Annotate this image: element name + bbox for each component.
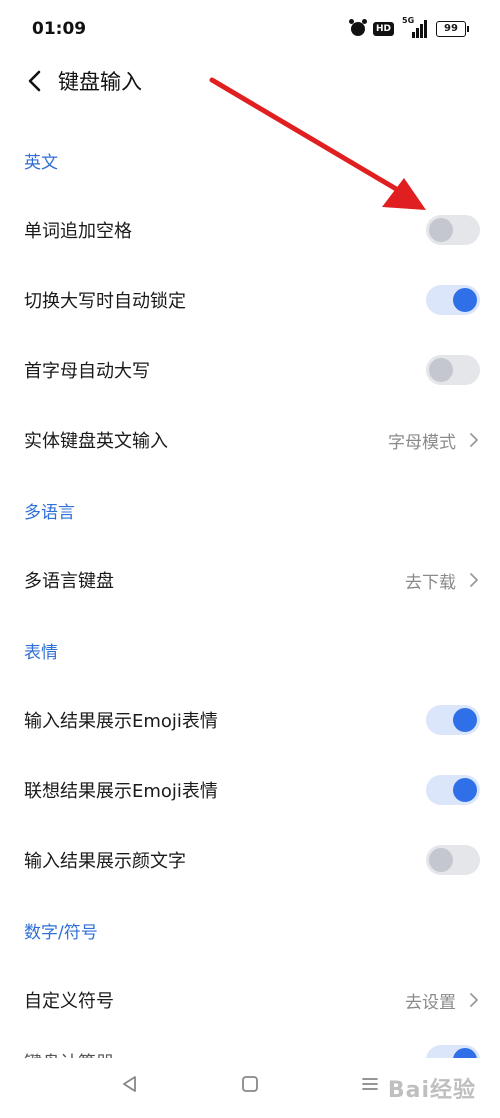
alarm-icon <box>348 19 367 36</box>
toggle-switch[interactable] <box>426 355 480 385</box>
setting-label: 实体键盘英文输入 <box>24 431 168 452</box>
setting-label: 切换大写时自动锁定 <box>24 291 186 312</box>
page-title: 键盘输入 <box>58 70 142 94</box>
chevron-right-icon <box>470 433 478 447</box>
setting-label: 首字母自动大写 <box>24 361 150 382</box>
settings-list: 英文单词追加空格切换大写时自动锁定 首字母自动大写 实体键盘英文输入 字母模式多语言多… <box>0 125 500 1075</box>
section-header: 多语言 <box>24 502 75 523</box>
toggle-knob <box>429 218 453 242</box>
setting-row[interactable]: 切换大写时自动锁定 <box>0 265 500 335</box>
setting-row[interactable]: 多语言键盘 去下载 <box>0 545 500 615</box>
section-header: 数字/符号 <box>24 922 98 943</box>
nav-menu-button[interactable] <box>358 1072 382 1100</box>
network-label: 5G <box>402 16 415 25</box>
status-icons: HD 5G 99 <box>348 16 469 38</box>
toggle-knob <box>453 288 477 312</box>
nav-back-button[interactable] <box>118 1072 142 1100</box>
setting-value: 去设置 <box>405 992 456 1013</box>
setting-row[interactable]: 联想结果展示Emoji表情 <box>0 755 500 825</box>
status-time: 01:09 <box>32 19 87 39</box>
setting-label: 输入结果展示Emoji表情 <box>24 711 218 732</box>
toggle-knob <box>429 358 453 382</box>
setting-label: 单词追加空格 <box>24 221 132 242</box>
hd-icon: HD <box>372 22 394 36</box>
setting-value: 字母模式 <box>388 432 456 453</box>
nav-home-button[interactable] <box>238 1072 262 1100</box>
setting-label: 联想结果展示Emoji表情 <box>24 781 218 802</box>
setting-label: 自定义符号 <box>24 991 114 1012</box>
toggle-switch[interactable] <box>426 845 480 875</box>
setting-label: 输入结果展示颜文字 <box>24 851 186 872</box>
chevron-right-icon <box>470 993 478 1007</box>
setting-row[interactable]: 输入结果展示颜文字 <box>0 825 500 895</box>
home-square-icon <box>242 1076 258 1092</box>
setting-row[interactable]: 输入结果展示Emoji表情 <box>0 685 500 755</box>
setting-label: 多语言键盘 <box>24 571 114 592</box>
toggle-knob <box>453 708 477 732</box>
back-triangle-icon <box>123 1076 136 1092</box>
toggle-knob <box>429 848 453 872</box>
toggle-switch[interactable] <box>426 215 480 245</box>
setting-value: 去下载 <box>405 572 456 593</box>
battery-level: 99 <box>444 23 458 34</box>
watermark: Bai经验 <box>387 1078 476 1103</box>
setting-row[interactable]: 单词追加空格 <box>0 195 500 265</box>
chevron-right-icon <box>470 573 478 587</box>
battery-icon: 99 <box>436 21 469 37</box>
toggle-knob <box>453 778 477 802</box>
toggle-switch[interactable] <box>426 705 480 735</box>
menu-lines-icon <box>362 1078 378 1090</box>
top-bar: 键盘输入 <box>0 62 500 100</box>
back-button[interactable] <box>20 64 50 98</box>
section-header: 英文 <box>24 152 58 173</box>
setting-row[interactable]: 自定义符号 去设置 <box>0 965 500 1035</box>
setting-row[interactable]: 首字母自动大写 <box>0 335 500 405</box>
toggle-switch[interactable] <box>426 775 480 805</box>
toggle-switch[interactable] <box>426 285 480 315</box>
signal-icon: 5G <box>402 16 428 38</box>
chevron-left-icon <box>28 70 41 92</box>
setting-row[interactable]: 实体键盘英文输入 字母模式 <box>0 405 500 475</box>
section-header: 表情 <box>24 642 58 663</box>
status-bar: 01:09 HD 5G 99 <box>0 0 500 62</box>
